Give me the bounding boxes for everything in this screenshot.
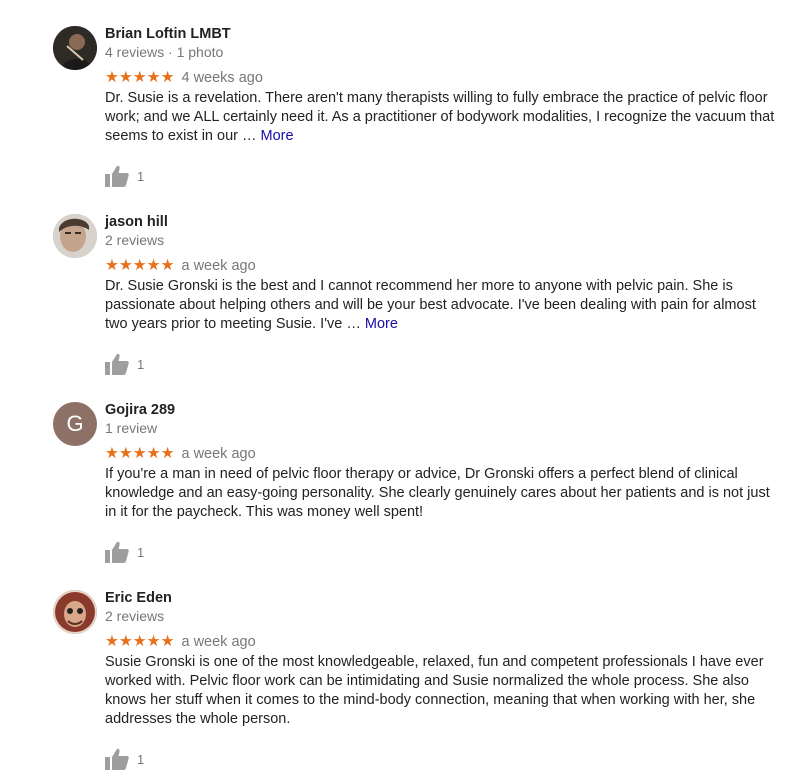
review-text: Dr. Susie is a revelation. There aren't …: [105, 89, 780, 146]
reviewer-name[interactable]: Brian Loftin LMBT: [105, 25, 780, 43]
like-row: 1: [105, 352, 780, 376]
rating-row: ★★★★★ a week ago: [105, 444, 780, 464]
thumbs-up-icon[interactable]: [105, 353, 129, 375]
reviewer-name[interactable]: Eric Eden: [105, 589, 780, 607]
star-rating: ★★★★★: [105, 633, 175, 650]
reviewer-meta: 2 reviews: [105, 232, 165, 248]
avatar[interactable]: [53, 590, 97, 634]
review-text: If you're a man in need of pelvic floor …: [105, 465, 780, 522]
profile-photo-icon: [53, 590, 97, 634]
thumbs-up-icon[interactable]: [105, 541, 129, 563]
reviewer-meta: 4 reviews · 1 photo: [105, 44, 224, 60]
star-rating: ★★★★★: [105, 445, 175, 462]
rating-row: ★★★★★ 4 weeks ago: [105, 68, 780, 88]
review-date: 4 weeks ago: [181, 70, 263, 86]
avatar[interactable]: [53, 26, 97, 70]
review-body: Susie Gronski is one of the most knowled…: [105, 654, 764, 727]
star-rating: ★★★★★: [105, 69, 175, 86]
like-row: 1: [105, 164, 780, 188]
profile-photo-icon: [53, 214, 97, 258]
more-link[interactable]: More: [261, 128, 294, 144]
reviewer-meta: 1 review: [105, 420, 158, 436]
like-row: 1: [105, 540, 780, 564]
reviewer-meta: 2 reviews: [105, 608, 165, 624]
review-date: a week ago: [181, 258, 256, 274]
like-count: 1: [137, 544, 145, 560]
avatar[interactable]: [53, 214, 97, 258]
like-count: 1: [137, 751, 145, 767]
rating-row: ★★★★★ a week ago: [105, 632, 780, 652]
review-text: Dr. Susie Gronski is the best and I cann…: [105, 277, 780, 334]
like-count: 1: [137, 168, 145, 184]
thumbs-up-icon[interactable]: [105, 748, 129, 770]
review-date: a week ago: [181, 446, 256, 462]
reviewer-name[interactable]: Gojira 289: [105, 401, 780, 419]
profile-photo-icon: [53, 26, 97, 70]
review-body: If you're a man in need of pelvic floor …: [105, 466, 770, 520]
review-date: a week ago: [181, 634, 256, 650]
rating-row: ★★★★★ a week ago: [105, 256, 780, 276]
review-text: Susie Gronski is one of the most knowled…: [105, 653, 780, 729]
avatar[interactable]: G: [53, 402, 97, 446]
thumbs-up-icon[interactable]: [105, 165, 129, 187]
star-rating: ★★★★★: [105, 257, 175, 274]
reviewer-name[interactable]: jason hill: [105, 213, 780, 231]
like-row: 1: [105, 747, 780, 771]
review-body: Dr. Susie Gronski is the best and I cann…: [105, 278, 756, 332]
like-count: 1: [137, 356, 145, 372]
review-body: Dr. Susie is a revelation. There aren't …: [105, 90, 775, 144]
more-link[interactable]: More: [365, 316, 398, 332]
avatar-letter: G: [66, 411, 84, 436]
